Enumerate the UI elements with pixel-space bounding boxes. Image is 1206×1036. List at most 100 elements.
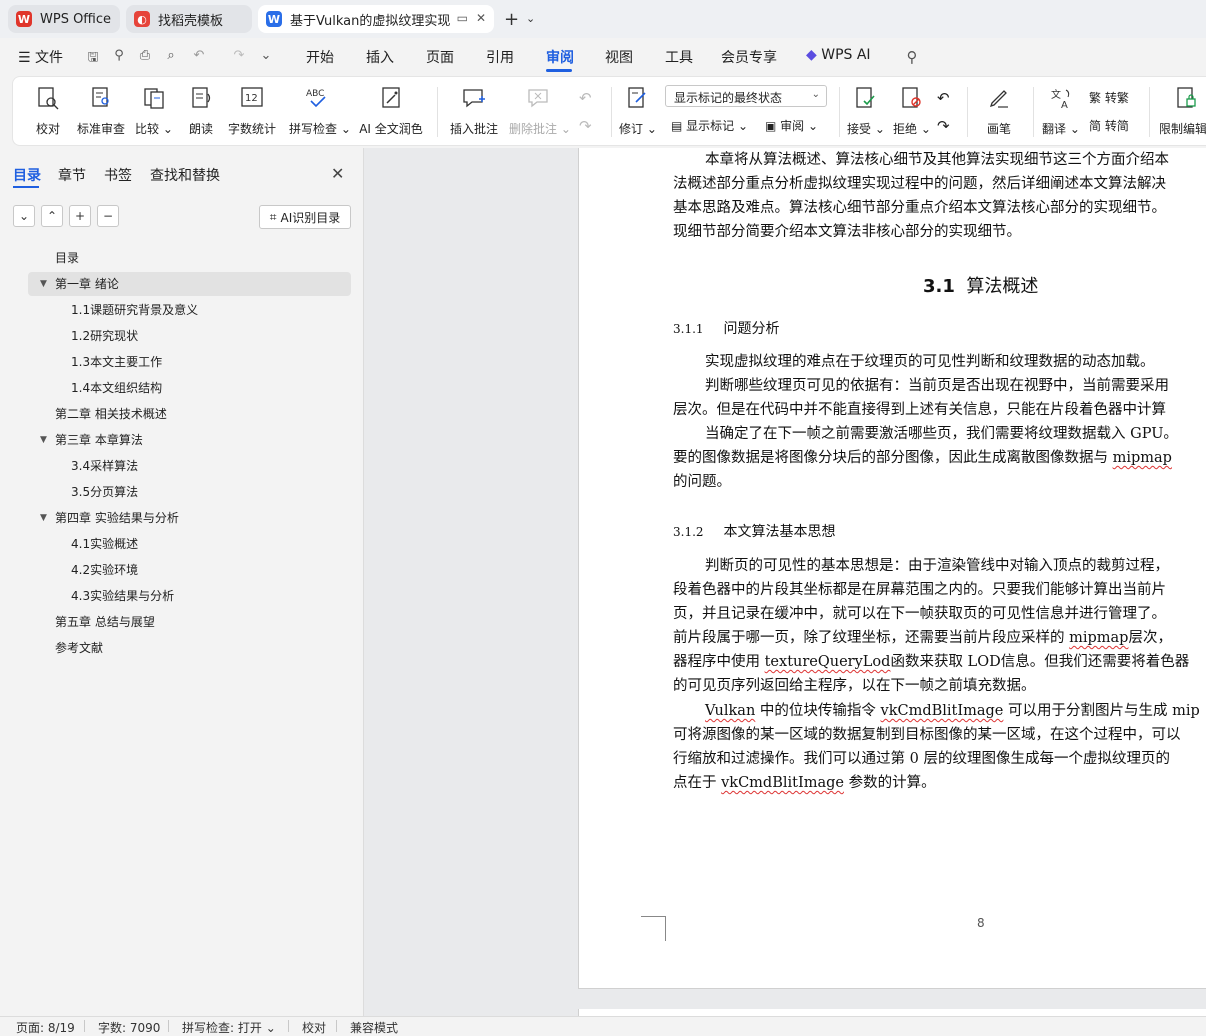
translate-button[interactable]: 文A 翻译 ⌄ xyxy=(1041,85,1081,137)
share-icon[interactable]: ⚲ xyxy=(111,48,127,64)
search-icon[interactable]: ⚲ xyxy=(904,48,920,66)
paragraph-line: 现细节部分简要介绍本文算法非核心部分的实现细节。 xyxy=(673,224,1021,240)
menu-review[interactable]: 审阅 xyxy=(546,47,574,67)
add-heading-button[interactable]: + xyxy=(69,205,91,227)
menu-member[interactable]: 会员专享 xyxy=(721,47,777,67)
spelling-flag[interactable]: textureQueryLod xyxy=(765,654,891,670)
toc-item[interactable]: 3.4采样算法 xyxy=(28,454,351,478)
menu-insert[interactable]: 插入 xyxy=(366,47,394,67)
toc-item[interactable]: 4.3实验结果与分析 xyxy=(28,584,351,608)
proofread-button[interactable]: 校对 xyxy=(33,85,63,137)
spelling-flag[interactable]: mipmap xyxy=(1069,630,1128,646)
menu-start[interactable]: 开始 xyxy=(306,47,334,67)
previous-comment-icon[interactable]: ↶ xyxy=(579,89,592,107)
toc-item[interactable]: 目录 xyxy=(28,246,351,270)
menu-view[interactable]: 视图 xyxy=(605,47,633,67)
toc-item[interactable]: 1.4本文组织结构 xyxy=(28,376,351,400)
toc-item[interactable]: 4.1实验概述 xyxy=(28,532,351,556)
word-count-indicator[interactable]: 字数: 7090 xyxy=(98,1019,160,1036)
nav-tab-bookmarks[interactable]: 书签 xyxy=(104,165,132,185)
next-comment-icon[interactable]: ↷ xyxy=(579,117,592,135)
expand-arrow-icon[interactable]: ▼ xyxy=(40,506,47,530)
quick-access-dropdown-icon[interactable]: ⌄ xyxy=(258,48,274,64)
crop-mark xyxy=(641,916,666,941)
toc-item[interactable]: 第五章 总结与展望 xyxy=(28,610,351,634)
nav-tab-sections[interactable]: 章节 xyxy=(58,165,86,185)
toc-item[interactable]: ▼ 第四章 实验结果与分析 xyxy=(28,506,351,530)
read-aloud-icon xyxy=(192,87,211,108)
expand-up-button[interactable]: ⌃ xyxy=(41,205,63,227)
close-icon[interactable]: ✕ xyxy=(331,164,344,183)
read-aloud-button[interactable]: 朗读 xyxy=(187,85,215,137)
file-menu[interactable]: ☰ 文件 xyxy=(18,47,63,67)
toc-item[interactable]: ▼ 第一章 绪论 xyxy=(28,272,351,296)
accept-icon xyxy=(856,87,875,108)
restrict-edit-icon xyxy=(1177,87,1196,108)
paragraph-line: 当确定了在下一帧之前需要激活哪些页，我们需要将纹理数据载入 GPU。 xyxy=(705,426,1178,442)
ai-toc-button[interactable]: ⌗ AI识别目录 xyxy=(259,205,351,229)
expand-arrow-icon[interactable]: ▼ xyxy=(40,272,47,296)
nav-tab-toc[interactable]: 目录 xyxy=(13,165,41,185)
ai-polish-button[interactable]: AI 全文润色 xyxy=(359,85,423,137)
toc-item[interactable]: ▼ 第三章 本章算法 xyxy=(28,428,351,452)
menu-page[interactable]: 页面 xyxy=(426,47,454,67)
spelling-flag[interactable]: Vulkan xyxy=(705,703,755,719)
collapse-all-button[interactable]: ⌄ xyxy=(13,205,35,227)
show-markup-button[interactable]: ▤ 显示标记 ⌄ xyxy=(671,117,748,134)
save-icon[interactable]: 🖫 xyxy=(85,48,101,65)
reject-button[interactable]: 拒绝 ⌄ xyxy=(893,85,931,137)
spelling-flag[interactable]: mipmap xyxy=(1113,450,1172,466)
pen-button[interactable]: 画笔 xyxy=(981,85,1017,137)
spell-check-button[interactable]: ABC 拼写检查 ⌄ xyxy=(289,85,351,137)
toc-item[interactable]: 1.2研究现状 xyxy=(28,324,351,348)
word-count-icon: 12 xyxy=(241,87,263,107)
spell-check-indicator[interactable]: 拼写检查: 打开 ⌄ xyxy=(182,1019,276,1036)
next-change-icon[interactable]: ↷ xyxy=(937,117,950,135)
menu-reference[interactable]: 引用 xyxy=(486,47,514,67)
remove-heading-button[interactable]: − xyxy=(97,205,119,227)
toc-item-label: 第五章 总结与展望 xyxy=(55,615,155,629)
accept-button[interactable]: 接受 ⌄ xyxy=(847,85,885,137)
print-preview-icon[interactable]: ⌕ xyxy=(163,48,179,64)
toc-item[interactable]: 参考文献 xyxy=(28,636,351,660)
previous-change-icon[interactable]: ↶ xyxy=(937,89,950,107)
tab-document[interactable]: W 基于Vulkan的虚拟纹理实现 ▭ ✕ xyxy=(258,5,494,33)
expand-arrow-icon[interactable]: ▼ xyxy=(40,428,47,452)
track-changes-button[interactable]: 修订 ⌄ xyxy=(619,85,657,137)
page-indicator[interactable]: 页面: 8/19 xyxy=(16,1019,75,1036)
tab-wps-office[interactable]: W WPS Office xyxy=(8,5,120,33)
toc-item[interactable]: 1.3本文主要工作 xyxy=(28,350,351,374)
to-traditional-button[interactable]: 繁 转繁 xyxy=(1089,89,1129,106)
word-count-button[interactable]: 12 字数统计 xyxy=(227,85,277,137)
print-icon[interactable]: ⎙ xyxy=(137,48,153,64)
paragraph-line: 点在于 vkCmdBlitImage 参数的计算。 xyxy=(673,775,936,791)
restrict-edit-button[interactable]: 限制编辑 xyxy=(1159,85,1206,137)
spelling-flag[interactable]: vkCmdBlitImage xyxy=(721,775,844,791)
menu-wps-ai[interactable]: ◆ WPS AI xyxy=(806,47,871,63)
proof-indicator[interactable]: 校对 xyxy=(302,1019,326,1036)
active-tab-indicator xyxy=(13,186,39,188)
menu-tools[interactable]: 工具 xyxy=(665,47,693,67)
redo-icon[interactable]: ↷ xyxy=(231,48,247,64)
spelling-flag[interactable]: vkCmdBlitImage xyxy=(881,703,1004,719)
compare-button[interactable]: 比较 ⌄ xyxy=(135,85,173,137)
review-pane-button[interactable]: ▣ 审阅 ⌄ xyxy=(765,117,818,134)
paragraph-line: 段着色器中的片段其坐标都是在屏幕范围之内的。只要我们能够计算出当前片 xyxy=(673,582,1166,598)
standard-review-button[interactable]: 标准审查 xyxy=(75,85,127,137)
delete-comment-button[interactable]: 删除批注 ⌄ xyxy=(509,85,571,137)
nav-tab-find-replace[interactable]: 查找和替换 xyxy=(150,165,220,185)
toc-item[interactable]: 第二章 相关技术概述 xyxy=(28,402,351,426)
toc-item[interactable]: 1.1课题研究背景及意义 xyxy=(28,298,351,322)
toc-item[interactable]: 4.2实验环境 xyxy=(28,558,351,582)
chevron-down-icon[interactable]: ⌄ xyxy=(526,12,535,25)
insert-comment-button[interactable]: 插入批注 xyxy=(449,85,499,137)
tab-docer-template[interactable]: ◐ 找稻壳模板 xyxy=(126,5,252,33)
new-tab-icon[interactable]: + xyxy=(504,9,519,30)
document-page: 本章将从算法概述、算法核心细节及其他算法实现细节这三个方面介绍本 法概述部分重点… xyxy=(578,148,1206,989)
undo-icon[interactable]: ↶ xyxy=(191,48,207,64)
close-tab-icon[interactable]: ✕ xyxy=(476,11,486,25)
toc-item[interactable]: 3.5分页算法 xyxy=(28,480,351,504)
to-simplified-button[interactable]: 简 转简 xyxy=(1089,117,1129,134)
window-icon[interactable]: ▭ xyxy=(457,11,468,25)
markup-display-select[interactable]: 显示标记的最终状态 ⌄ xyxy=(665,85,827,107)
